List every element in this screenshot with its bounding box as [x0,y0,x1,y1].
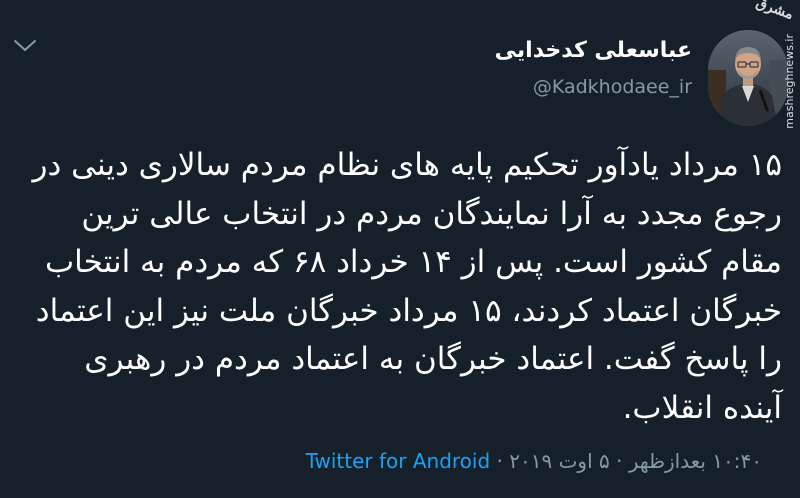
user-handle[interactable]: @Kadkhodaee_ir [533,76,692,98]
meta-separator: · [609,449,629,473]
tweet-text: ۱۵ مرداد یادآور تحکیم پایه های نظام مردم… [32,147,782,426]
user-display-name[interactable]: عباسعلی کدخدایی [495,38,692,63]
tweet-card: مشرق mashreghnews.ir عباسعلی کدخدایی @Ka… [0,0,800,498]
meta-separator: · [490,449,510,473]
watermark: مشرق mashreghnews.ir [754,0,796,129]
watermark-url: mashreghnews.ir [783,34,796,129]
chevron-down-icon[interactable] [12,36,38,56]
tweet-date[interactable]: ۵ اوت ۲۰۱۹ [509,449,609,473]
tweet-source-link[interactable]: Twitter for Android [306,449,491,473]
tweet-meta: ۱۰:۴۰ بعدازظهر · ۵ اوت ۲۰۱۹ · Twitter fo… [306,449,762,473]
watermark-logo: مشرق [754,0,796,24]
tweet-time[interactable]: ۱۰:۴۰ بعدازظهر [629,449,762,473]
